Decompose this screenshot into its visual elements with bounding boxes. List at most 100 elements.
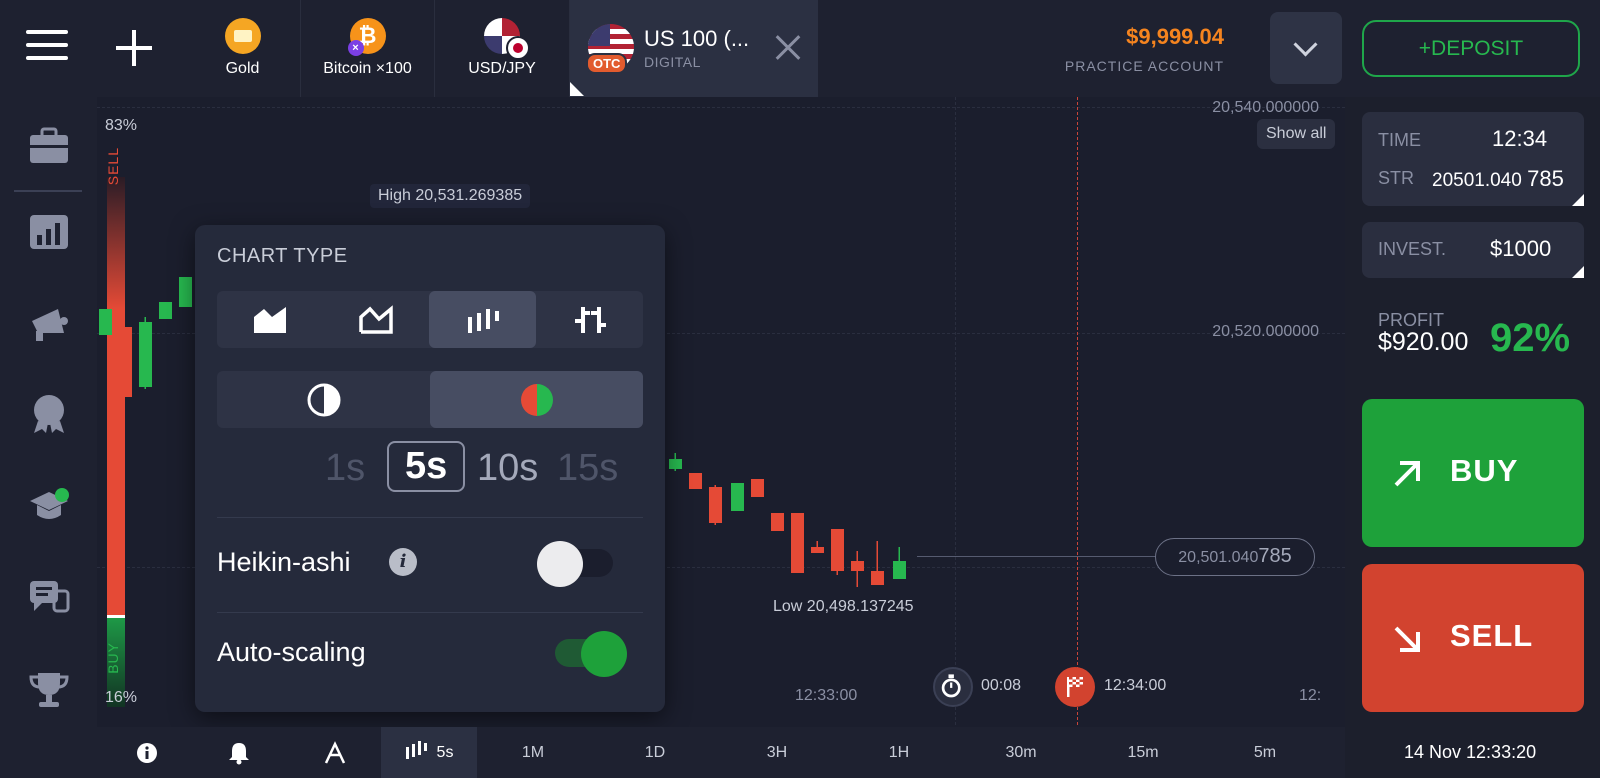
asset-tab-gold[interactable]: Gold [185, 0, 301, 97]
period-1H[interactable]: 1H [869, 727, 929, 778]
chart-stats-icon[interactable] [28, 211, 70, 253]
period-1D[interactable]: 1D [625, 727, 685, 778]
account-type: PRACTICE ACCOUNT [1064, 58, 1224, 74]
asset-tab-bitcoin[interactable]: ₿ × Bitcoin ×100 [301, 0, 435, 97]
sell-button[interactable]: SELL [1362, 564, 1584, 712]
bar-chart-icon[interactable] [536, 291, 643, 348]
current-price-line [917, 556, 1157, 557]
buy-button[interactable]: BUY [1362, 399, 1584, 547]
gold-icon [224, 18, 261, 54]
deposit-button[interactable]: +DEPOSIT [1362, 20, 1580, 77]
invest-label: INVEST. [1378, 239, 1447, 259]
current-datetime: 14 Nov 12:33:20 [1404, 742, 1537, 762]
timeframe-option-selected[interactable]: 5s [387, 441, 466, 492]
toggle-knob [581, 631, 627, 677]
otc-badge: OTC [586, 53, 628, 74]
profit-value: $920.00 [1378, 328, 1469, 356]
current-price-tail: 785 [1258, 545, 1292, 567]
account-balance[interactable]: $9,999.04 PRACTICE ACCOUNT [1065, 24, 1224, 74]
corner-indicator [1572, 266, 1584, 278]
chat-support-icon[interactable] [28, 577, 70, 619]
time-axis-tick: 12:33:00 [795, 687, 858, 704]
period-3H[interactable]: 3H [747, 727, 807, 778]
purchase-timer: 00:08 [981, 677, 1022, 694]
corner-indicator [1572, 194, 1584, 206]
period-1M[interactable]: 1M [503, 727, 563, 778]
account-dropdown-chevron-icon[interactable] [1270, 12, 1342, 84]
add-asset-button[interactable] [112, 26, 156, 70]
monochrome-icon[interactable] [217, 371, 430, 428]
heikin-ashi-label: Heikin-ashi [217, 547, 351, 577]
auto-scaling-toggle[interactable] [549, 631, 627, 677]
info-icon[interactable]: i [389, 548, 417, 576]
candle-period-button[interactable]: 5s [381, 727, 477, 778]
red-green-icon[interactable] [430, 371, 643, 428]
invest-value: $1000 [1490, 236, 1552, 261]
candle-body [811, 547, 824, 553]
multiplier-badge: × [347, 40, 364, 56]
achievements-medal-icon[interactable] [28, 393, 70, 435]
menu-icon[interactable] [26, 30, 68, 66]
finish-flag-icon [1055, 667, 1095, 707]
popup-title: CHART TYPE [217, 245, 348, 267]
candle-body [709, 487, 722, 523]
education-cap-icon[interactable] [28, 485, 70, 527]
candle-body [831, 529, 844, 571]
period-15m[interactable]: 15m [1113, 727, 1173, 778]
usd-jpy-flag-icon [484, 18, 530, 60]
active-asset-subtitle: DIGITAL [644, 54, 701, 70]
candle-body [771, 513, 784, 531]
asset-tab-label: Gold [225, 60, 260, 77]
chart-type-selector [217, 291, 643, 348]
strike-label: STR [1378, 168, 1414, 188]
left-sidebar [0, 97, 97, 778]
timeframe-option[interactable]: 10s [477, 447, 538, 490]
candlestick-icon [405, 741, 427, 759]
investment-box[interactable]: INVEST. $1000 [1362, 222, 1584, 278]
candle-body [851, 561, 864, 571]
top-bar: Gold ₿ × Bitcoin ×100 USD/JPY OTC US 100 … [0, 0, 1600, 97]
profit-percent: 92% [1490, 316, 1571, 360]
current-price-tag: 20,501.040785 [1155, 538, 1315, 576]
candle-body [119, 327, 132, 397]
active-asset-title: US 100 (... [644, 26, 750, 51]
candlestick-chart-icon[interactable] [429, 291, 536, 348]
candle-body [689, 473, 702, 489]
promo-megaphone-icon[interactable] [28, 303, 70, 345]
balance-value: $9,999.04 [1126, 24, 1224, 49]
timeframe-option[interactable]: 1s [325, 447, 365, 490]
alerts-bell-icon[interactable] [219, 727, 259, 778]
candle-body [893, 561, 906, 579]
period-30m[interactable]: 30m [991, 727, 1051, 778]
candle-body [871, 571, 884, 585]
candle-body [139, 322, 152, 387]
close-tab-icon[interactable] [758, 0, 818, 97]
divider [217, 517, 643, 518]
candle-body [669, 459, 682, 469]
divider [217, 612, 643, 613]
arrow-down-right-icon [1394, 626, 1420, 652]
expiry-time-box[interactable]: TIME 12:34 STR 20501.040 785 [1362, 112, 1584, 206]
drawing-tools-icon[interactable] [315, 727, 355, 778]
candle-period-label: 5s [436, 744, 454, 761]
time-label: TIME [1378, 130, 1421, 150]
time-value: 12:34 [1492, 126, 1548, 151]
timeframe-option[interactable]: 15s [557, 447, 618, 490]
leaderboard-trophy-icon[interactable] [28, 669, 70, 711]
candle-body [751, 479, 764, 497]
portfolio-icon[interactable] [28, 125, 70, 167]
candle-body [731, 483, 744, 511]
low-price-label: Low 20,498.137245 [773, 598, 914, 615]
heikin-ashi-toggle[interactable] [537, 541, 615, 587]
chart-type-popup: CHART TYPE 1s 5s 10s 15s Heikin-ashi i A… [195, 225, 665, 712]
line-chart-icon[interactable] [323, 291, 429, 348]
sell-label: SELL [1450, 618, 1534, 653]
period-5m[interactable]: 5m [1235, 727, 1295, 778]
info-icon[interactable] [127, 727, 167, 778]
bitcoin-icon: ₿ × [347, 18, 386, 56]
auto-scaling-label: Auto-scaling [217, 637, 366, 667]
asset-tab-usdjpy[interactable]: USD/JPY [435, 0, 570, 97]
stopwatch-icon [933, 667, 973, 707]
area-chart-icon[interactable] [217, 291, 323, 348]
time-axis-tick: 12: [1299, 687, 1322, 704]
